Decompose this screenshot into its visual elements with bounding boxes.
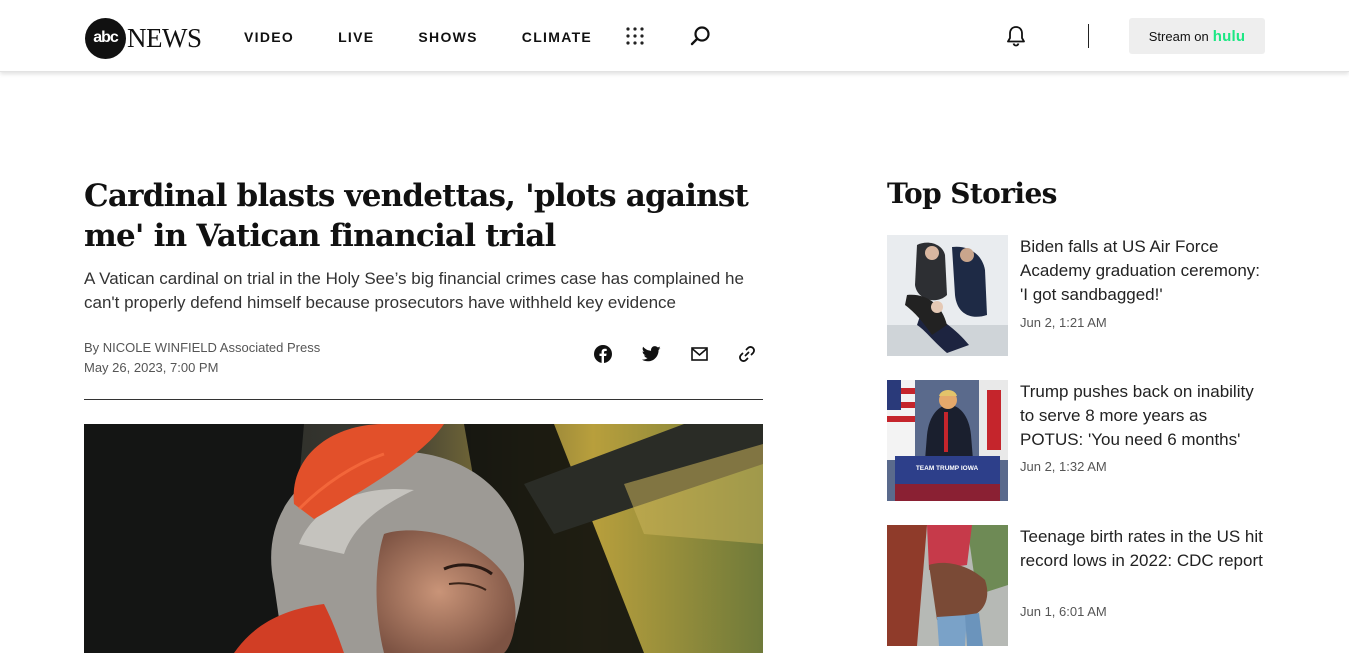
story-thumbnail[interactable]	[887, 235, 1008, 356]
nav-video[interactable]: VIDEO	[244, 28, 294, 46]
byline-block: By NICOLE WINFIELD Associated Press May …	[84, 338, 320, 378]
top-story-item[interactable]: TEAM TRUMP IOWA Trump pushes back on ina…	[887, 380, 1267, 501]
story-thumbnail[interactable]	[887, 525, 1008, 646]
stream-label: Stream on	[1148, 28, 1209, 44]
nav-climate[interactable]: CLIMATE	[522, 28, 592, 46]
abc-logo-mark: abc	[85, 17, 126, 59]
article-byline: By NICOLE WINFIELD Associated Press	[84, 340, 321, 355]
top-story-item[interactable]: Teenage birth rates in the US hit record…	[887, 525, 1267, 646]
grid-menu-icon[interactable]	[626, 27, 644, 45]
article-date: May 26, 2023, 7:00 PM	[84, 360, 219, 375]
story-time: Jun 1, 6:01 AM	[1020, 604, 1107, 619]
bell-icon[interactable]	[1004, 24, 1028, 48]
search-icon[interactable]	[690, 25, 712, 47]
abc-news-logo[interactable]: abc NEWS	[85, 17, 202, 59]
hulu-logo: hulu	[1212, 27, 1246, 45]
top-stories-heading: Top Stories	[887, 177, 1057, 210]
twitter-icon[interactable]	[640, 343, 662, 365]
email-icon[interactable]	[688, 343, 710, 365]
story-title[interactable]: Biden falls at US Air Force Academy grad…	[1020, 235, 1266, 307]
nav-shows[interactable]: SHOWS	[418, 28, 477, 46]
news-wordmark: NEWS	[127, 22, 202, 53]
share-bar	[592, 343, 784, 365]
story-time: Jun 2, 1:21 AM	[1020, 315, 1107, 330]
byline-divider	[84, 399, 763, 400]
story-thumbnail[interactable]: TEAM TRUMP IOWA	[887, 380, 1008, 501]
story-title[interactable]: Trump pushes back on inability to serve …	[1020, 380, 1266, 452]
link-icon[interactable]	[736, 343, 758, 365]
top-story-item[interactable]: Biden falls at US Air Force Academy grad…	[887, 235, 1267, 356]
article-hero-image[interactable]	[84, 424, 763, 653]
header-divider	[1088, 24, 1089, 48]
stream-on-hulu-button[interactable]: Stream on hulu	[1129, 18, 1265, 54]
nav-live[interactable]: LIVE	[338, 28, 374, 46]
site-header: abc NEWS VIDEO LIVE SHOWS CLIMATE Stream…	[0, 0, 1349, 72]
story-title[interactable]: Teenage birth rates in the US hit record…	[1020, 525, 1266, 573]
article-headline: Cardinal blasts vendettas, 'plots agains…	[84, 178, 749, 254]
facebook-icon[interactable]	[592, 343, 614, 365]
article-dek: A Vatican cardinal on trial in the Holy …	[84, 269, 744, 312]
story-time: Jun 2, 1:32 AM	[1020, 459, 1107, 474]
trump-sign-text: TEAM TRUMP IOWA	[916, 465, 979, 472]
main-nav: VIDEO LIVE SHOWS CLIMATE	[244, 28, 636, 46]
